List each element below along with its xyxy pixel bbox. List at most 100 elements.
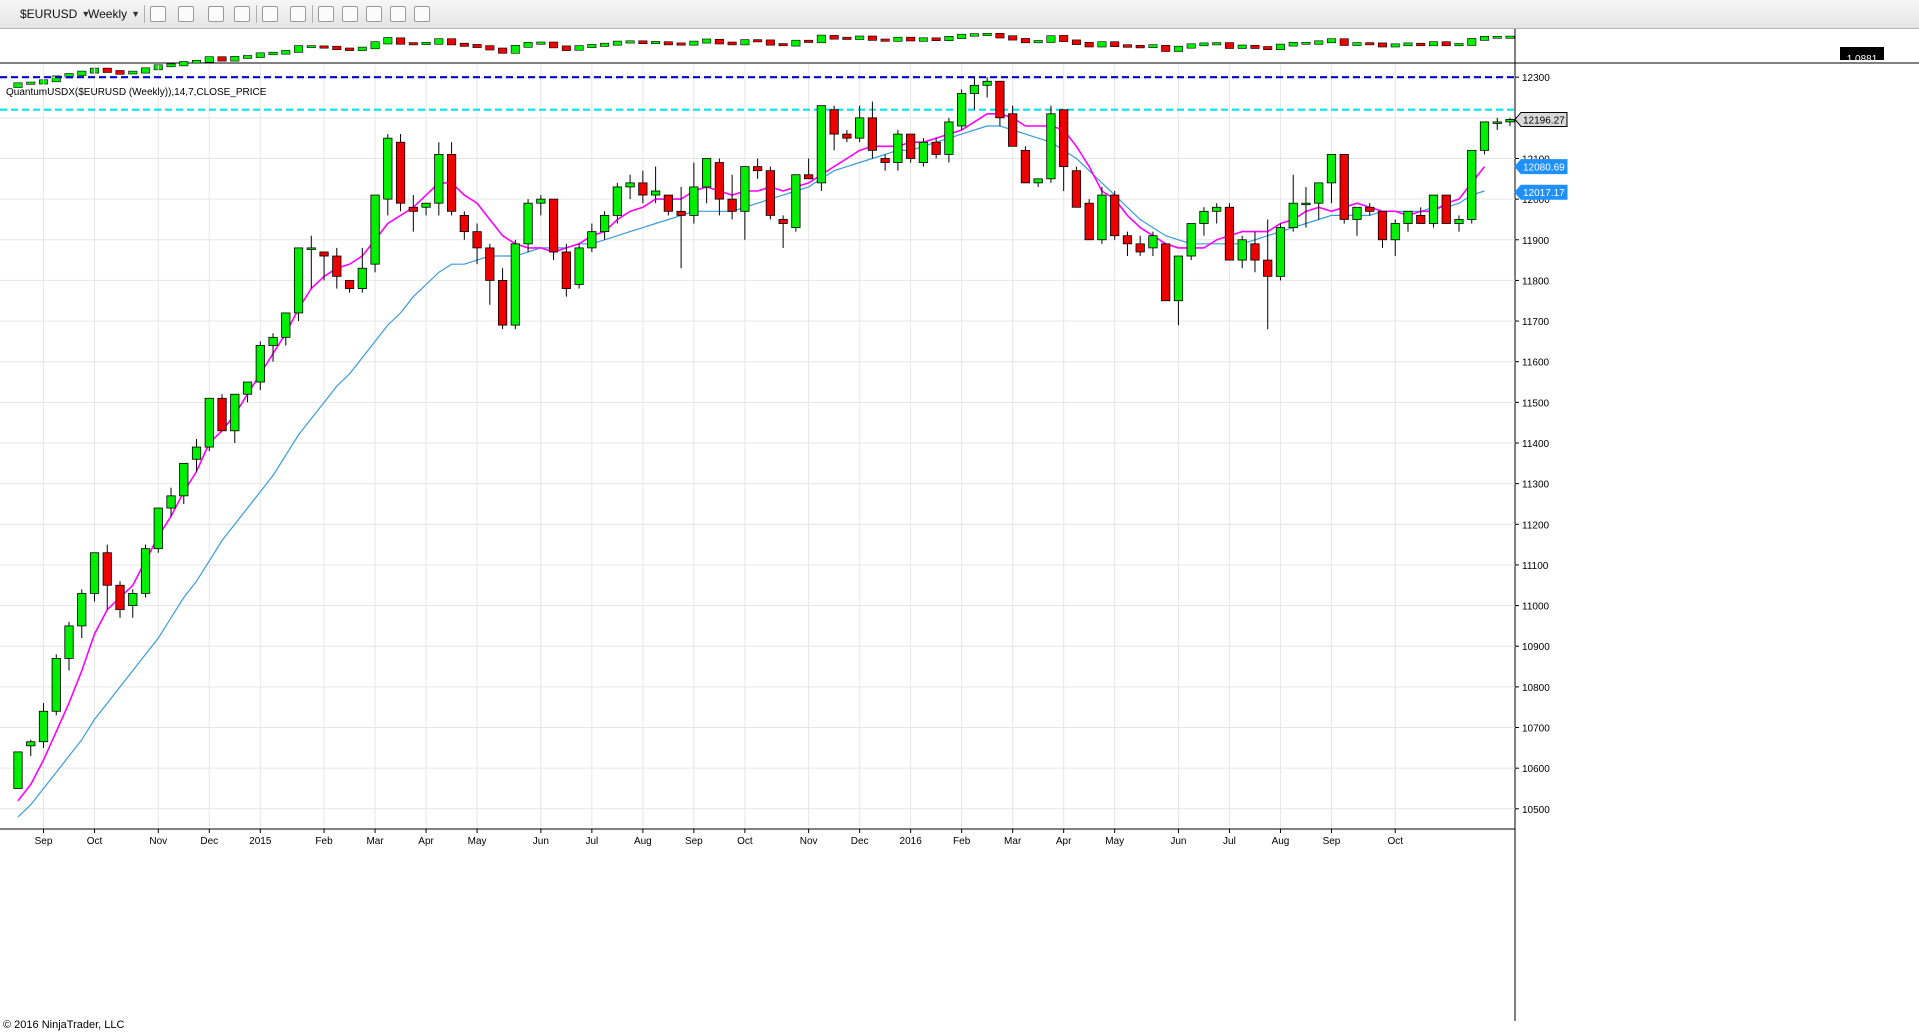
candle-body [26,741,36,747]
candle-body [676,210,686,216]
overview-candle [944,35,954,41]
overview-candle [1199,42,1209,47]
candle-body [242,381,253,395]
overview-candle [791,39,801,47]
candle [753,158,763,179]
candle [982,77,992,98]
overview-candle [638,40,648,45]
overview-candle [1352,42,1362,46]
candle-body [38,710,49,743]
drawing-tool-icon[interactable] [178,6,194,22]
overview-candle [906,36,916,42]
period-selector[interactable]: Weekly ▼ [88,5,140,23]
price-tag-label: 12196.27 [1523,115,1565,126]
candle [880,154,890,171]
overview-candle [1314,40,1324,45]
candle-body [855,117,865,139]
candle [255,341,265,391]
x-tick-label: May [1105,836,1124,847]
overview-candle [102,67,112,73]
candle-body [523,202,533,245]
moving-averages [17,113,1486,818]
candle [1403,210,1413,232]
crosshair-icon[interactable] [208,6,224,22]
candle [1314,182,1324,220]
candle-body [765,170,775,216]
overview-candle [294,45,304,53]
strategies-icon[interactable] [342,6,358,22]
zoom-icon[interactable] [290,6,306,22]
properties-icon[interactable] [414,6,430,22]
price-axis[interactable]: 1230012200121001200011900118001170011600… [1515,73,1550,816]
candle [421,202,431,216]
candle-body [128,592,138,606]
overview-candle [1416,42,1426,47]
candle [599,211,610,240]
time-axis[interactable]: Sep Oct Nov Dec 2015 Feb Mar Apr May Jun Jul Aug Sep… [35,829,1404,847]
global-draw-icon[interactable] [234,6,250,22]
candle-body [931,141,941,155]
overview-candle [842,36,852,40]
candle-body [791,174,801,228]
overview-candle [268,51,278,56]
overview-candle [217,56,227,62]
x-tick-label: Jun [1170,836,1186,847]
indicator-label: QuantumUSDX($EURUSD (Weekly)),14,7,CLOSE… [6,87,267,98]
pointer-icon[interactable] [262,6,278,22]
candle-body [1377,210,1388,241]
candle [714,158,724,216]
candle [459,211,469,240]
candle-body [1148,235,1158,249]
x-tick-label: Sep [685,836,703,847]
candle [38,703,49,748]
overview-candle [1326,38,1336,44]
overview-candle [1173,45,1183,52]
y-tick-label: 11200 [1522,520,1550,531]
overview-candle [1288,42,1298,47]
candle [906,133,916,163]
overview-candle [753,39,763,43]
price-tag-label: 12080.69 [1523,163,1565,174]
candle [791,174,801,232]
overview-candle [651,41,661,44]
candle-body [1339,154,1349,220]
y-tick-label: 11900 [1522,236,1550,247]
overview-candle [1492,35,1502,39]
candle [1428,194,1439,228]
candle-body [548,198,559,253]
overview-candle [128,70,138,75]
candle-body [1326,154,1337,184]
candle-body [1505,119,1515,123]
candle-body [191,446,202,460]
candle-body [1097,194,1107,241]
dollar-icon[interactable] [390,6,406,22]
chart-trader-icon[interactable] [366,6,382,22]
overview-candle [702,38,712,44]
bar-type-icon[interactable] [150,6,166,22]
indicators-icon[interactable] [318,6,334,22]
candle-body [1428,194,1439,224]
toolbar: $EURUSD ▼ Weekly ▼ [0,0,1919,29]
candle [319,251,329,281]
candle [561,243,571,297]
candle [140,544,151,598]
x-tick-label: Sep [1323,836,1341,847]
overview-candle [498,47,508,54]
candle-body [51,658,61,712]
overview-candle [727,41,737,46]
candle [115,581,125,618]
candle [13,751,23,789]
chart-area[interactable]: 1230012200121001200011900118001170011600… [0,29,1919,1021]
instrument-selector[interactable]: $EURUSD ▼ [20,5,90,23]
candle [1110,191,1120,240]
candle-body [574,247,584,285]
overview-candle [1403,42,1413,47]
overview-panel [0,29,1919,1021]
candle [587,223,597,252]
candle-body [944,121,954,155]
overview-candle [26,81,36,85]
candle [89,552,100,602]
toolbar-divider [312,5,313,23]
candle-body [408,206,418,212]
y-tick-label: 11800 [1522,276,1550,287]
